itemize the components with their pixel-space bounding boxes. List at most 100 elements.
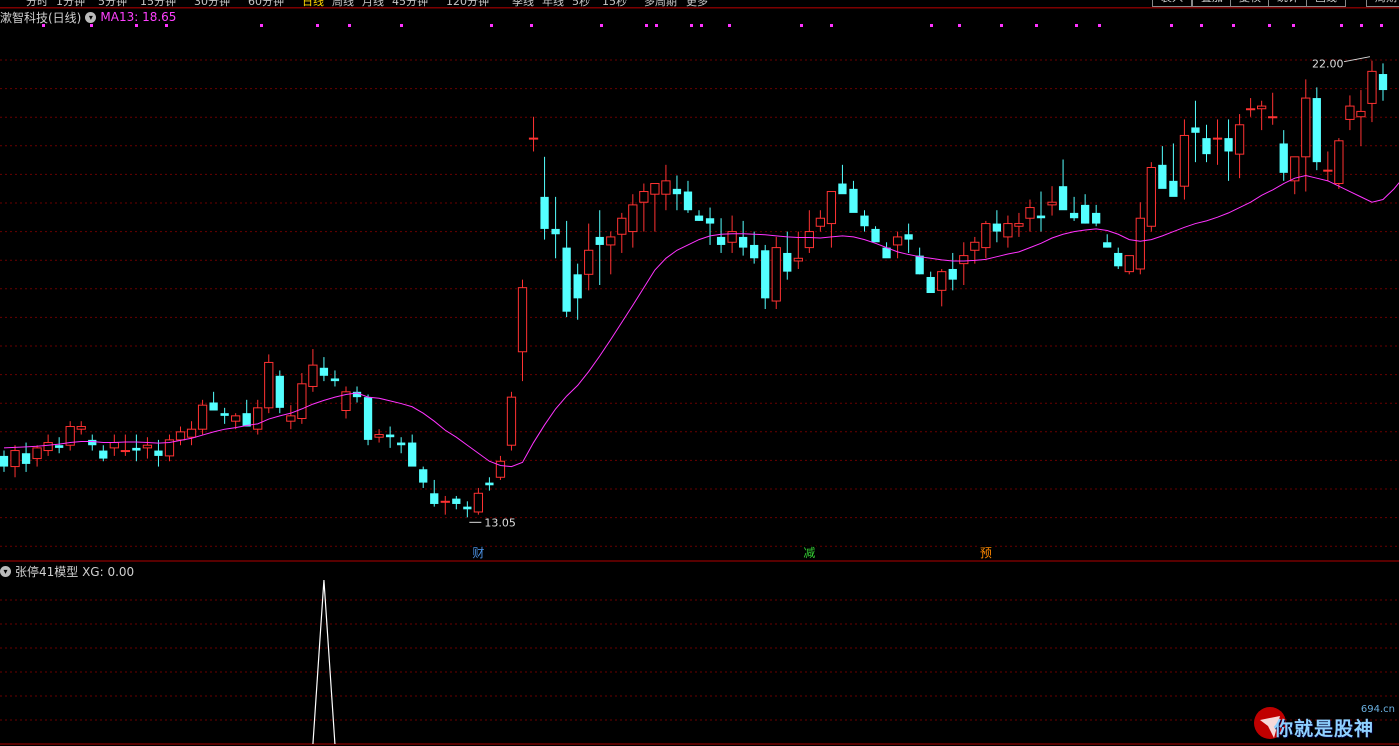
candle-body xyxy=(750,244,759,259)
signal-dot xyxy=(1380,24,1383,27)
candle-body xyxy=(473,492,484,513)
candle-body xyxy=(948,268,957,280)
candle-body xyxy=(1224,138,1233,152)
signal-dot xyxy=(728,24,731,27)
event-marker: 财 xyxy=(472,546,484,560)
candle-body xyxy=(617,217,627,235)
candle-body xyxy=(374,434,384,438)
candle-body xyxy=(275,375,284,408)
candle-body xyxy=(970,241,980,251)
candle-body xyxy=(385,434,395,438)
candle-body xyxy=(430,493,439,504)
signal-dot xyxy=(930,24,933,27)
candle-body xyxy=(761,250,770,299)
candle-body xyxy=(308,364,318,387)
candle-body xyxy=(672,188,682,195)
candle-body xyxy=(132,447,141,451)
candle-body xyxy=(1036,215,1046,219)
candle-body xyxy=(0,455,9,467)
signal-dot xyxy=(1075,24,1078,27)
candle-body xyxy=(220,413,229,416)
signal-dot xyxy=(1098,24,1101,27)
candle-body xyxy=(1323,169,1333,172)
candle-body xyxy=(783,252,792,272)
candle-body xyxy=(915,255,924,275)
candle-body xyxy=(606,236,616,246)
signal-dot xyxy=(1268,24,1271,27)
candle-body xyxy=(937,271,947,291)
candle-body xyxy=(109,442,119,449)
candle-body xyxy=(1367,70,1377,104)
candle-body xyxy=(286,415,296,422)
signal-dot xyxy=(1292,24,1295,27)
candle-body xyxy=(1202,138,1211,155)
candle-body xyxy=(661,180,671,195)
signal-dot xyxy=(690,24,693,27)
candle-body xyxy=(705,218,715,224)
candle-body xyxy=(1146,166,1156,227)
candle-body xyxy=(1080,204,1090,224)
signal-dot xyxy=(316,24,319,27)
candle-body xyxy=(1212,137,1223,140)
watermark-site: 694.cn xyxy=(1360,704,1395,715)
candle-body xyxy=(99,450,108,459)
candle-body xyxy=(628,204,638,233)
candle-body xyxy=(694,215,704,221)
signal-dot xyxy=(1340,24,1343,27)
signal-dot xyxy=(348,24,351,27)
candle-body xyxy=(440,500,450,503)
candle-body xyxy=(1114,252,1123,267)
candle-body xyxy=(1345,105,1355,120)
candle-body xyxy=(926,276,935,294)
candle-body xyxy=(32,447,42,460)
signal-dot xyxy=(165,24,168,27)
candle-body xyxy=(1047,201,1057,206)
candle-body xyxy=(397,442,406,446)
candle-body xyxy=(363,397,373,440)
candle-body xyxy=(804,231,814,249)
candle-body xyxy=(584,249,594,275)
candle-body xyxy=(517,287,528,353)
candle-body xyxy=(1234,124,1245,155)
candle-body xyxy=(175,431,186,441)
candle-body xyxy=(595,236,604,245)
candle-body xyxy=(43,442,53,452)
candle-body xyxy=(1279,143,1288,173)
candle-body xyxy=(330,378,340,382)
candle-body xyxy=(1069,212,1079,219)
candle-body xyxy=(992,223,1002,232)
candle-body xyxy=(154,450,163,456)
candle-body xyxy=(771,247,781,302)
candle-body xyxy=(562,247,571,312)
candle-body xyxy=(1025,207,1035,219)
signal-dot xyxy=(42,24,45,27)
signal-dot xyxy=(655,24,658,27)
signal-dot xyxy=(700,24,703,27)
candle-body xyxy=(860,215,869,227)
candle-body xyxy=(573,274,582,299)
signal-dot xyxy=(400,24,403,27)
candle-body xyxy=(10,450,20,468)
signal-dot xyxy=(600,24,603,27)
signal-dot xyxy=(135,24,138,27)
candle-body xyxy=(1092,212,1101,224)
candle-body xyxy=(1191,127,1200,133)
candle-body xyxy=(419,469,428,483)
candle-body xyxy=(242,413,251,427)
kline-chart[interactable]: 22.00 13.05 财 减 预 xyxy=(0,0,1399,746)
candle-body xyxy=(231,415,241,422)
candle-body xyxy=(871,228,880,243)
candle-body xyxy=(76,426,86,430)
candle-body xyxy=(495,460,506,478)
event-marker: 预 xyxy=(980,546,992,560)
candle-body xyxy=(716,236,726,245)
candle-body xyxy=(142,444,153,449)
event-marker: 减 xyxy=(803,546,815,560)
candle-body xyxy=(120,450,130,453)
candle-body xyxy=(197,404,208,430)
candle-body xyxy=(55,445,64,448)
candle-body xyxy=(815,217,826,227)
candle-body xyxy=(826,191,837,225)
candle-body xyxy=(21,453,31,464)
signal-dot xyxy=(490,24,493,27)
